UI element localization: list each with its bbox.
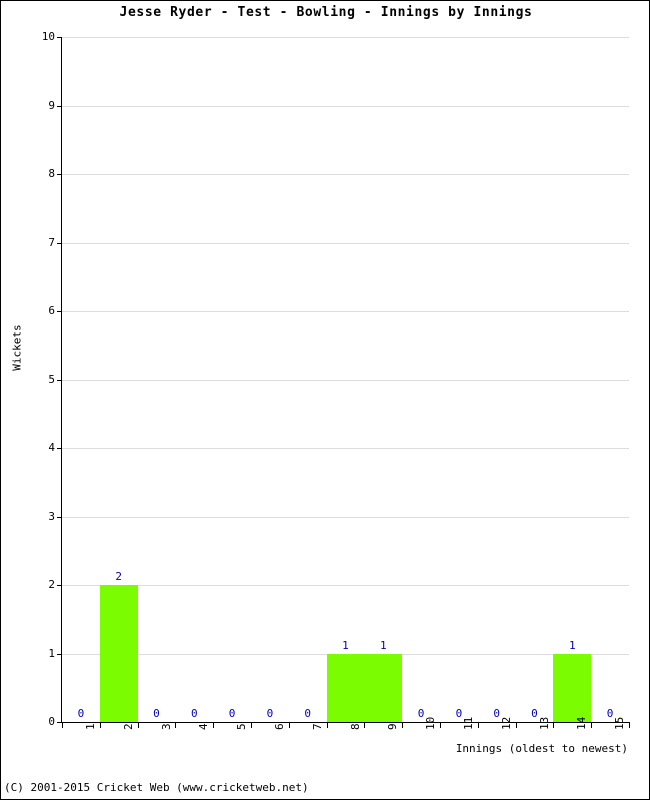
x-axis-tick-mark (402, 722, 404, 728)
y-axis-tick-label: 7 (48, 235, 55, 249)
bar-value-label: 1 (342, 638, 349, 652)
chart-page: Jesse Ryder - Test - Bowling - Innings b… (0, 0, 650, 800)
gridline (62, 105, 629, 107)
y-axis-tick-label: 10 (41, 30, 55, 43)
y-axis-tick-label: 6 (48, 304, 55, 317)
x-axis-tick-label: 15 (613, 716, 627, 730)
bar (364, 653, 403, 722)
gridline (62, 242, 629, 244)
y-axis-tick-label: 0 (48, 715, 55, 728)
x-axis-tick-label: 9 (386, 723, 400, 730)
bar-value-label: 2 (115, 570, 122, 583)
y-axis-tick-mark (57, 37, 62, 38)
bar (99, 585, 138, 722)
x-axis-tick-mark (591, 722, 593, 728)
y-axis-tick-label: 1 (48, 646, 55, 660)
y-axis-tick-mark (57, 311, 62, 312)
gridline (62, 516, 629, 518)
x-axis-tick-mark (326, 722, 328, 728)
x-axis-tick-mark (440, 722, 441, 728)
x-axis-tick-label: 11 (461, 716, 475, 730)
y-axis-tick-label: 2 (48, 578, 55, 591)
x-axis-tick-label: 1 (83, 723, 97, 730)
x-axis-tick-mark (213, 722, 215, 728)
bar-value-label: 0 (190, 707, 198, 720)
x-axis-tick-label: 10 (424, 716, 438, 730)
x-axis-tick-mark (364, 722, 366, 728)
x-axis-tick-mark (175, 722, 177, 728)
x-axis-tick-mark (477, 722, 479, 728)
footer-copyright: (C) 2001-2015 Cricket Web (www.cricketwe… (4, 781, 309, 794)
y-axis-tick-mark (57, 448, 62, 449)
y-axis-title: Wickets (10, 324, 24, 371)
x-axis-tick-label: 2 (121, 723, 135, 730)
plot-area: 020000011000010 (57, 37, 629, 723)
bar-value-label: 1 (568, 638, 576, 652)
x-axis-tick-label: 13 (537, 716, 551, 730)
x-axis-tick-label: 8 (348, 723, 362, 730)
y-axis-tick-mark (57, 585, 62, 586)
x-axis-tick-mark (629, 722, 630, 728)
gridline (62, 311, 629, 312)
y-axis-tick-mark (57, 516, 62, 518)
gridline (62, 379, 629, 381)
bar-value-label: 1 (379, 638, 387, 652)
x-axis-tick-label: 4 (197, 723, 211, 730)
x-axis-tick-label: 12 (499, 716, 513, 730)
gridline (62, 448, 629, 449)
page-title: Jesse Ryder - Test - Bowling - Innings b… (119, 5, 533, 20)
y-axis-tick-mark (57, 174, 62, 175)
bar (326, 653, 365, 722)
x-axis-tick-label: 7 (310, 723, 324, 730)
y-axis-tick-label: 4 (48, 441, 55, 454)
x-axis-title: Innings (oldest to newest) (455, 742, 628, 755)
x-axis-tick-label: 5 (235, 723, 249, 730)
x-axis-tick-mark (99, 722, 101, 728)
y-axis-tick-label: 5 (48, 372, 55, 386)
gridline (62, 174, 629, 175)
y-axis-tick-mark (57, 105, 62, 107)
x-axis-tick-label: 14 (575, 716, 589, 730)
x-axis-tick-mark (137, 722, 139, 728)
bar-value-label: 0 (266, 707, 274, 720)
bar (553, 653, 592, 722)
x-axis-tick-label: 3 (159, 723, 173, 730)
bar-value-label: 0 (77, 707, 85, 720)
bar-value-label: 0 (228, 707, 236, 720)
y-axis-tick-mark (57, 242, 62, 244)
gridline (62, 37, 629, 38)
x-axis-tick-mark (251, 722, 252, 728)
y-axis-tick-mark (57, 379, 62, 381)
x-axis-tick-mark (553, 722, 555, 728)
gridline (62, 585, 629, 586)
y-axis-tick-label: 3 (48, 509, 55, 523)
bar-value-label: 0 (153, 707, 160, 720)
x-axis-tick-mark (515, 722, 517, 728)
x-axis-tick-label: 6 (272, 723, 286, 730)
y-axis-tick-label: 8 (48, 167, 55, 180)
y-axis-tick-mark (57, 653, 62, 655)
y-axis-tick-label: 9 (48, 98, 55, 112)
x-axis-tick-mark (288, 722, 290, 728)
x-axis-tick-mark (62, 722, 63, 728)
bar-value-label: 0 (304, 707, 311, 720)
